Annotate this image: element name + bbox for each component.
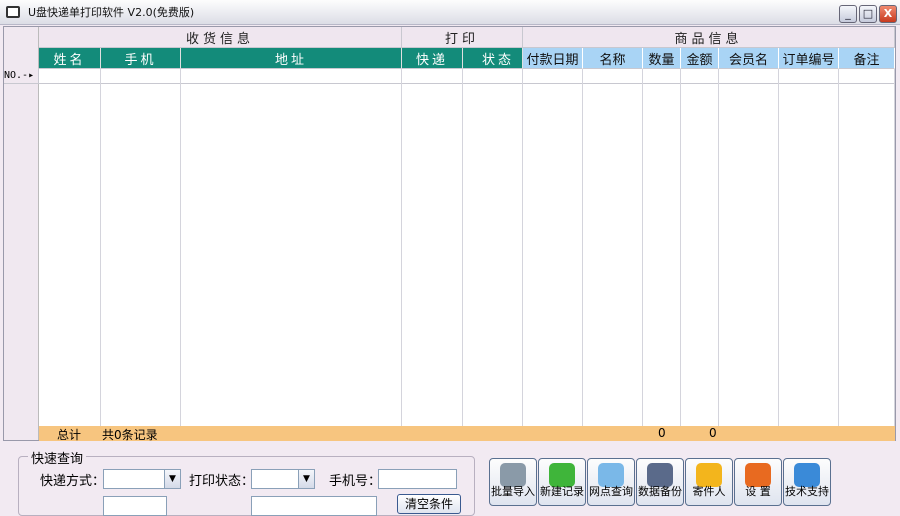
toolbar-button-label: 新建记录 xyxy=(540,485,584,498)
chevron-down-icon[interactable]: ▼ xyxy=(164,470,180,488)
total-quantity: 0 xyxy=(658,426,666,440)
column-header[interactable]: 地址 xyxy=(181,48,402,69)
courier-select[interactable]: ▼ xyxy=(103,469,181,489)
column-header[interactable]: 金额 xyxy=(681,48,719,69)
column-header[interactable]: 订单编号 xyxy=(779,48,839,69)
print-status-select[interactable]: ▼ xyxy=(251,469,315,489)
column-header[interactable]: 备注 xyxy=(839,48,895,69)
printer-icon xyxy=(6,6,20,18)
phone-input[interactable] xyxy=(378,469,457,489)
minimize-button[interactable]: _ xyxy=(839,5,857,23)
courier-label: 快递方式： xyxy=(40,474,106,489)
group-receiver-info: 收货信息 xyxy=(39,27,402,48)
total-records: 共0条记录 xyxy=(102,428,158,442)
print-status-label: 打印状态： xyxy=(189,474,255,489)
clear-conditions-button[interactable]: 清空条件 xyxy=(397,494,461,514)
toolbar-button-label: 数据备份 xyxy=(638,485,682,498)
grid-cell[interactable] xyxy=(779,69,839,84)
column-divider xyxy=(680,69,681,426)
group-print: 打印 xyxy=(402,27,523,48)
grid-cell[interactable] xyxy=(839,69,895,84)
search-field-2[interactable] xyxy=(103,496,167,516)
toolbar-button[interactable]: 数据备份 xyxy=(636,458,684,506)
grid-cell[interactable] xyxy=(643,69,681,84)
column-divider xyxy=(582,69,583,426)
grid-cell[interactable] xyxy=(583,69,643,84)
toolbar-button-label: 设 置 xyxy=(745,485,771,498)
column-header[interactable]: 付款日期 xyxy=(523,48,583,69)
toolbar-button[interactable]: 批量导入 xyxy=(489,458,537,506)
grid-cell[interactable] xyxy=(523,69,583,84)
column-divider xyxy=(838,69,839,426)
chevron-down-icon[interactable]: ▼ xyxy=(298,470,314,488)
toolbar-button[interactable]: 新建记录 xyxy=(538,458,586,506)
row-header-column xyxy=(4,27,39,440)
toolbar-button-label: 批量导入 xyxy=(491,485,535,498)
grid-cell[interactable] xyxy=(463,69,523,84)
grid-cell[interactable] xyxy=(402,69,463,84)
records-grid[interactable]: NO.-▸ 收货信息 打印 商品信息 姓名 手机 地址 快递 状态 付款日期 名称 数量 金额会… xyxy=(3,26,896,442)
column-header[interactable]: 手机 xyxy=(101,48,181,69)
group-goods-info: 商品信息 xyxy=(523,27,895,48)
column-divider xyxy=(718,69,719,426)
column-divider xyxy=(462,69,463,426)
column-header[interactable]: 数量 xyxy=(643,48,681,69)
total-row: 总计 共0条记录 0 0 xyxy=(39,426,895,442)
grid-cell[interactable] xyxy=(681,69,719,84)
column-divider xyxy=(401,69,402,426)
column-header[interactable]: 快递 xyxy=(402,48,463,69)
toolbar-button[interactable]: 技术支持 xyxy=(783,458,831,506)
column-header[interactable]: 姓名 xyxy=(39,48,101,69)
toolbar-button-label: 网点查询 xyxy=(589,485,633,498)
window-title: U盘快递单打印软件 V2.0(免费版) xyxy=(28,6,195,19)
grid-cell[interactable] xyxy=(39,69,101,84)
column-header[interactable]: 会员名 xyxy=(719,48,779,69)
column-divider xyxy=(778,69,779,426)
toolbar-button[interactable]: 网点查询 xyxy=(587,458,635,506)
column-divider xyxy=(180,69,181,426)
total-amount: 0 xyxy=(709,426,717,440)
column-divider xyxy=(522,69,523,426)
toolbar-button-label: 寄件人 xyxy=(692,485,726,498)
maximize-button[interactable]: □ xyxy=(859,5,877,23)
grid-cell[interactable] xyxy=(719,69,779,84)
quick-search-legend: 快速查询 xyxy=(28,448,87,467)
column-divider xyxy=(642,69,643,426)
toolbar-button[interactable]: 设 置 xyxy=(734,458,782,506)
title-bar: U盘快递单打印软件 V2.0(免费版) _ □ X xyxy=(0,0,900,25)
grid-cell[interactable] xyxy=(101,69,181,84)
column-divider xyxy=(100,69,101,426)
search-field-3[interactable] xyxy=(251,496,377,516)
total-label: 总计 xyxy=(57,428,82,442)
toolbar-button[interactable]: 寄件人 xyxy=(685,458,733,506)
column-header[interactable]: 名称 xyxy=(583,48,643,69)
phone-label: 手机号： xyxy=(329,474,382,489)
column-divider xyxy=(894,69,895,426)
grid-cell[interactable] xyxy=(181,69,402,84)
close-button[interactable]: X xyxy=(879,5,897,23)
toolbar-button-label: 技术支持 xyxy=(785,485,829,498)
current-row-indicator: NO.-▸ xyxy=(4,68,39,84)
column-header[interactable]: 状态 xyxy=(463,48,523,69)
